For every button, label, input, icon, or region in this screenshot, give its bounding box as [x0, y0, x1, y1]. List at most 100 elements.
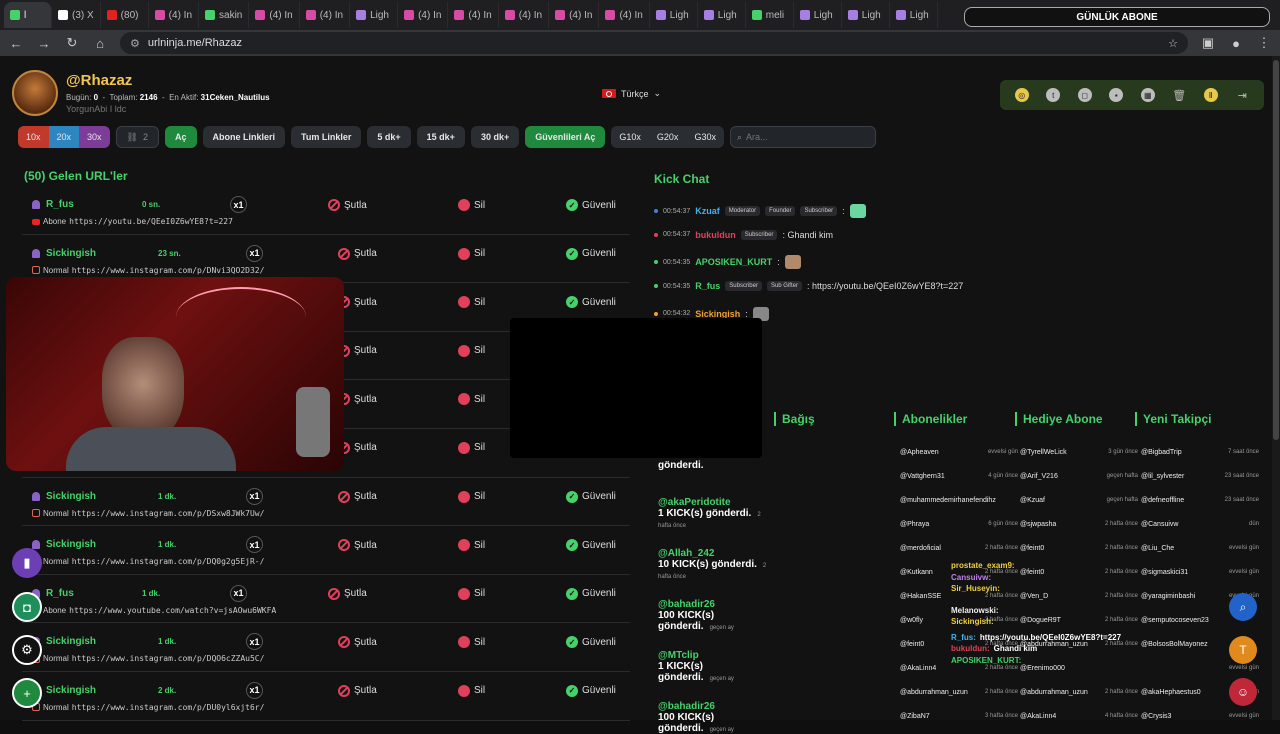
add-user-icon[interactable]: + — [12, 678, 42, 708]
browser-tab[interactable]: sakin — [199, 2, 250, 28]
safe-button[interactable]: ✓ Güvenli — [566, 296, 616, 309]
browser-tab[interactable]: (4) In — [249, 2, 300, 28]
subs-entry[interactable]: @Vattghern31 4 gün önce — [900, 464, 1018, 488]
chat-user[interactable]: Kzuaf — [695, 206, 720, 216]
gifts-entry[interactable]: @TyrellWeLick 3 gün önce — [1020, 440, 1138, 464]
browser-tab[interactable]: Ligh — [794, 2, 842, 28]
tip-fab-icon[interactable]: T — [1229, 636, 1257, 664]
browser-tab[interactable]: (4) In — [599, 2, 650, 28]
users-fab-icon[interactable]: ☺ — [1229, 678, 1257, 706]
speed-30x-button[interactable]: 30x — [79, 126, 110, 148]
row-url[interactable]: Normal https://www.instagram.com/p/DU0yl6… — [32, 703, 264, 712]
follows-entry[interactable]: @BigbadTrip 7 saat önce — [1141, 440, 1259, 464]
follows-entry[interactable]: @Cansuivw dün — [1141, 512, 1259, 536]
lock-icon[interactable]: ▪ — [1109, 88, 1124, 102]
chat-user[interactable]: bukuldun — [695, 230, 736, 240]
browser-tab[interactable]: meli — [746, 2, 794, 28]
safe-button[interactable]: ✓ Güvenli — [566, 247, 616, 260]
follows-entry[interactable]: @Crysis3 evvelsi gün — [1141, 704, 1259, 728]
open-button[interactable]: Aç — [165, 126, 197, 148]
subs-entry[interactable]: @Phraya 6 gün önce — [900, 512, 1018, 536]
follows-entry[interactable]: @sigmaskici31 evvelsi gün — [1141, 560, 1259, 584]
reload-icon[interactable]: ↻ — [64, 35, 80, 51]
delete-button[interactable]: Sil — [458, 199, 485, 211]
gifts-entry[interactable]: @DogueR9T 2 hafta önce — [1020, 608, 1138, 632]
browser-tab[interactable]: (4) In — [300, 2, 351, 28]
bookmark-star-icon[interactable]: ☆ — [1168, 37, 1178, 50]
menu-icon[interactable]: ⋮ — [1256, 35, 1272, 51]
gifts-entry[interactable]: @sjwpasha 2 hafta önce — [1020, 512, 1138, 536]
browser-tab[interactable]: Ligh — [698, 2, 746, 28]
speed-10x-button[interactable]: 10x — [18, 126, 49, 148]
row-url[interactable]: Normal https://www.instagram.com/p/DQO6cZ… — [32, 654, 264, 663]
site-info-icon[interactable]: ⚙ — [130, 37, 140, 50]
gifts-entry[interactable]: @Erenimo000 — [1020, 656, 1138, 680]
delete-button[interactable]: Sil — [458, 636, 485, 649]
subs-entry[interactable]: @Apheaven evvelsi gün — [900, 440, 1018, 464]
row-url[interactable]: Abone https://youtu.be/QEeI0Z6wYE8?t=227 — [32, 217, 233, 226]
subs-entry[interactable]: @merdoficial 2 hafta önce — [900, 536, 1018, 560]
all-links-button[interactable]: Tum Linkler — [291, 126, 362, 148]
language-select[interactable]: Türkçe ⌄ — [602, 88, 661, 99]
browser-tab[interactable]: Ligh — [842, 2, 890, 28]
row-user[interactable]: R_fus — [32, 199, 74, 210]
pause-icon[interactable]: Ⅱ — [1203, 88, 1218, 102]
kick-button[interactable]: Şutla — [328, 587, 367, 600]
open-safe-button[interactable]: Güvenlileri Aç — [525, 126, 606, 148]
trash-icon[interactable]: 🗑 — [1172, 88, 1186, 102]
chat-user[interactable]: APOSIKEN_KURT — [695, 257, 772, 267]
delete-button[interactable]: Sil — [458, 539, 485, 552]
delete-button[interactable]: Sil — [458, 393, 485, 406]
follows-entry[interactable]: @Liu_Che evvelsi gün — [1141, 536, 1259, 560]
browser-tab[interactable]: (4) In — [149, 2, 200, 28]
browser-tab[interactable]: (3) X — [52, 2, 101, 28]
kick-button[interactable]: Şutla — [338, 490, 377, 503]
safe-button[interactable]: ✓ Güvenli — [566, 684, 616, 697]
kick-button[interactable]: Şutla — [338, 539, 377, 552]
subs-entry[interactable]: @muhammedemirhanefendihz — [900, 488, 1018, 512]
g20x-button[interactable]: G20x — [649, 126, 687, 148]
gifts-entry[interactable]: @abdurrahman_uzun 2 hafta önce — [1020, 680, 1138, 704]
instagram-icon[interactable]: ◻ — [1077, 88, 1092, 102]
safe-button[interactable]: ✓ Güvenli — [566, 636, 616, 649]
browser-tab[interactable]: Ligh — [350, 2, 399, 28]
delete-button[interactable]: Sil — [458, 344, 485, 357]
min30-button[interactable]: 30 dk+ — [470, 126, 520, 148]
follows-entry[interactable]: @defneoffline 23 saat önce — [1141, 488, 1259, 512]
browser-tab[interactable]: (4) In — [448, 2, 499, 28]
home-icon[interactable]: ⌂ — [92, 36, 108, 51]
kick-button[interactable]: Şutla — [338, 684, 377, 697]
extensions-icon[interactable]: ▣ — [1200, 35, 1216, 51]
row-user[interactable]: Sickingish — [32, 491, 96, 502]
row-url[interactable]: Normal https://www.instagram.com/p/DQ0g2g… — [32, 557, 264, 566]
kick-icon[interactable]: ◘ — [12, 592, 42, 622]
delete-button[interactable]: Sil — [458, 247, 485, 260]
browser-tab[interactable]: (4) In — [549, 2, 600, 28]
min15-button[interactable]: 15 dk+ — [416, 126, 465, 148]
gifts-entry[interactable]: @Arif_V216 geçen hafta — [1020, 464, 1138, 488]
g10x-button[interactable]: G10x — [611, 126, 649, 148]
browser-tab[interactable]: Ligh — [890, 2, 938, 28]
address-bar[interactable]: ⚙ urlninja.me/Rhazaz ☆ — [120, 32, 1188, 54]
browser-tab[interactable]: Ligh — [650, 2, 698, 28]
row-user[interactable]: Sickingish — [32, 539, 96, 550]
coin-icon[interactable]: ◎ — [1014, 88, 1029, 102]
gifts-entry[interactable]: @Kzuaf geçen hafta — [1020, 488, 1138, 512]
kick-button[interactable]: Şutla — [338, 247, 377, 260]
browser-tab[interactable]: (4) In — [398, 2, 449, 28]
browser-tab[interactable]: (80) — [101, 2, 149, 28]
row-url[interactable]: Normal https://www.instagram.com/p/DNvi3Q… — [32, 266, 264, 275]
gifts-entry[interactable]: @feint0 2 hafta önce — [1020, 560, 1138, 584]
row-user[interactable]: Sickingish — [32, 248, 96, 259]
chat-user[interactable]: R_fus — [695, 281, 720, 291]
profile-icon[interactable]: ● — [1228, 36, 1244, 51]
browser-tab[interactable]: (4) In — [499, 2, 550, 28]
grid-icon[interactable]: ▦ — [1140, 88, 1155, 102]
forward-icon[interactable]: → — [36, 36, 52, 51]
twitch-icon[interactable]: ▮ — [12, 548, 42, 578]
safe-button[interactable]: ✓ Güvenli — [566, 587, 616, 600]
delete-button[interactable]: Sil — [458, 490, 485, 503]
gifts-entry[interactable]: @AkaLinn4 4 hafta önce — [1020, 704, 1138, 728]
browser-tab[interactable]: l — [4, 2, 52, 28]
twitter-icon[interactable]: t — [1046, 88, 1061, 102]
